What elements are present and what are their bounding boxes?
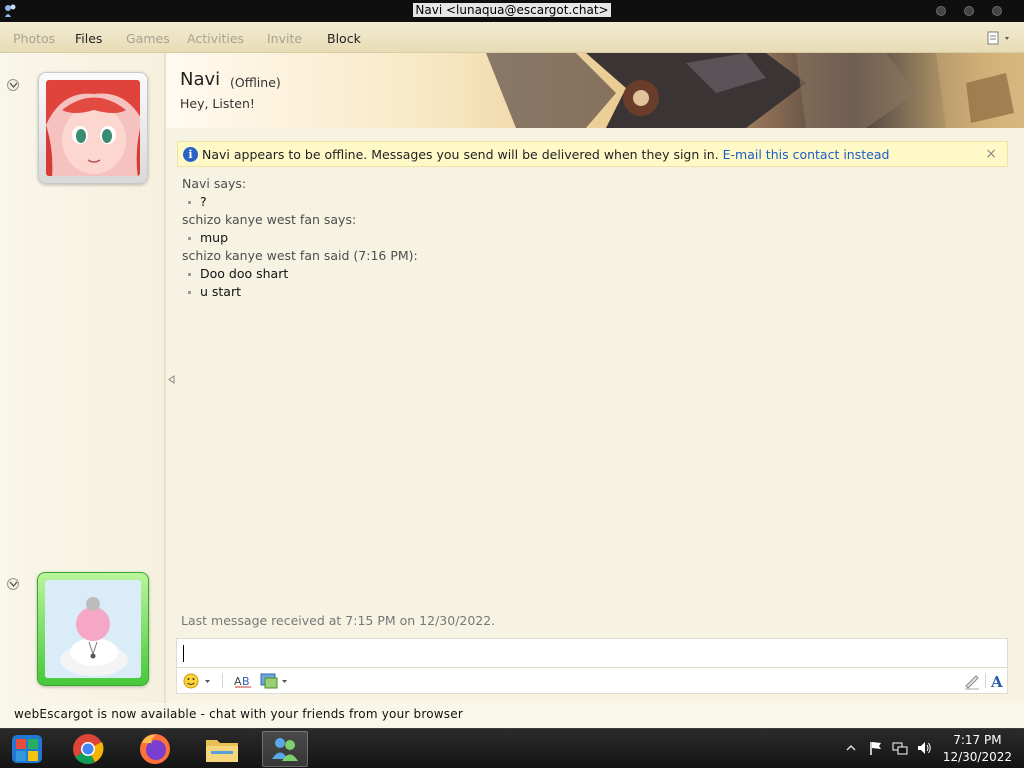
taskbar: 7:17 PM 12/30/2022 — [0, 728, 1024, 768]
action-center-flag-icon[interactable] — [868, 740, 884, 756]
menu-bar: Photos Files Games Activities Invite Blo… — [0, 22, 1024, 53]
menu-photos[interactable]: Photos — [13, 31, 55, 46]
message-text: Doo doo shart — [182, 265, 1002, 283]
taskbar-chrome[interactable] — [65, 731, 111, 767]
minimize-button[interactable] — [936, 6, 946, 16]
message-text: u start — [182, 283, 1002, 301]
folder-icon — [206, 740, 238, 762]
network-icon[interactable] — [892, 740, 908, 756]
chrome-icon — [73, 734, 104, 764]
start-button[interactable] — [4, 731, 50, 767]
collapse-pane-icon[interactable] — [168, 375, 175, 384]
self-display-picture[interactable] — [37, 572, 149, 686]
spellcheck-icon[interactable]: A B — [233, 672, 253, 690]
clock-date: 12/30/2022 — [942, 750, 1012, 764]
title-bar[interactable]: Navi <lunaqua@escargot.chat> — [0, 0, 1024, 22]
sender-line: Navi says: — [182, 176, 247, 191]
maximize-button[interactable] — [964, 6, 974, 16]
handwriting-icon[interactable] — [963, 672, 981, 690]
clock-time: 7:17 PM — [953, 733, 1002, 747]
contact-display-picture[interactable] — [38, 72, 148, 184]
font-icon[interactable]: A — [989, 672, 1005, 690]
contact-avatar — [46, 80, 140, 176]
messenger-icon — [272, 738, 298, 761]
last-message-status: Last message received at 7:15 PM on 12/3… — [181, 613, 496, 628]
scene-background-image — [486, 53, 1024, 128]
start-orb-icon — [12, 735, 42, 763]
input-toolbar: A B A — [176, 668, 1008, 694]
conversation-history: Navi says: ? schizo kanye west fan says:… — [182, 175, 1002, 301]
message-text: ? — [182, 193, 1002, 211]
info-icon: i — [183, 147, 198, 162]
firefox-icon — [140, 734, 170, 764]
svg-text:A: A — [234, 675, 242, 688]
menu-games[interactable]: Games — [126, 31, 170, 46]
system-clock[interactable]: 7:17 PM 12/30/2022 — [943, 732, 1012, 766]
contact-status: (Offline) — [230, 75, 281, 90]
menu-invite[interactable]: Invite — [267, 31, 302, 46]
toolbar-separator — [222, 673, 223, 688]
self-avatar — [45, 580, 141, 678]
menu-block[interactable]: Block — [327, 31, 361, 46]
toolbar-separator — [985, 673, 986, 688]
text-caret — [183, 645, 184, 662]
close-window-button[interactable] — [992, 6, 1002, 16]
offline-notice-text: Navi appears to be offline. Messages you… — [202, 147, 719, 162]
options-menu-icon[interactable] — [986, 30, 1012, 46]
emoticon-icon[interactable] — [183, 672, 213, 690]
window-title: Navi <lunaqua@escargot.chat> — [413, 3, 611, 17]
close-notice-icon[interactable]: × — [985, 146, 997, 162]
email-contact-link[interactable]: E-mail this contact instead — [723, 147, 890, 162]
message-input[interactable] — [176, 638, 1008, 668]
menu-activities[interactable]: Activities — [187, 31, 244, 46]
taskbar-escargot-messenger[interactable] — [262, 731, 308, 767]
personal-message: Hey, Listen! — [180, 96, 255, 111]
contact-picture-collapse-icon[interactable] — [7, 79, 19, 91]
send-image-icon[interactable] — [260, 672, 290, 690]
show-hidden-icons-icon[interactable] — [845, 740, 857, 756]
taskbar-file-explorer[interactable] — [199, 731, 245, 767]
sender-line: schizo kanye west fan said (7:16 PM): — [182, 248, 418, 263]
offline-notice: i Navi appears to be offline. Messages y… — [177, 141, 1008, 167]
svg-text:A: A — [990, 673, 1003, 690]
self-picture-collapse-icon[interactable] — [7, 578, 19, 590]
news-ticker[interactable]: webEscargot is now available - chat with… — [0, 703, 1024, 728]
volume-icon[interactable] — [916, 740, 932, 756]
message-text: mup — [182, 229, 1002, 247]
taskbar-firefox[interactable] — [132, 731, 178, 767]
menu-files[interactable]: Files — [75, 31, 102, 46]
contact-header: Navi (Offline) Hey, Listen! — [166, 53, 1024, 128]
contact-name: Navi — [180, 69, 221, 90]
sender-line: schizo kanye west fan says: — [182, 212, 357, 227]
news-ticker-text[interactable]: webEscargot is now available - chat with… — [14, 707, 463, 721]
svg-text:B: B — [242, 675, 250, 688]
